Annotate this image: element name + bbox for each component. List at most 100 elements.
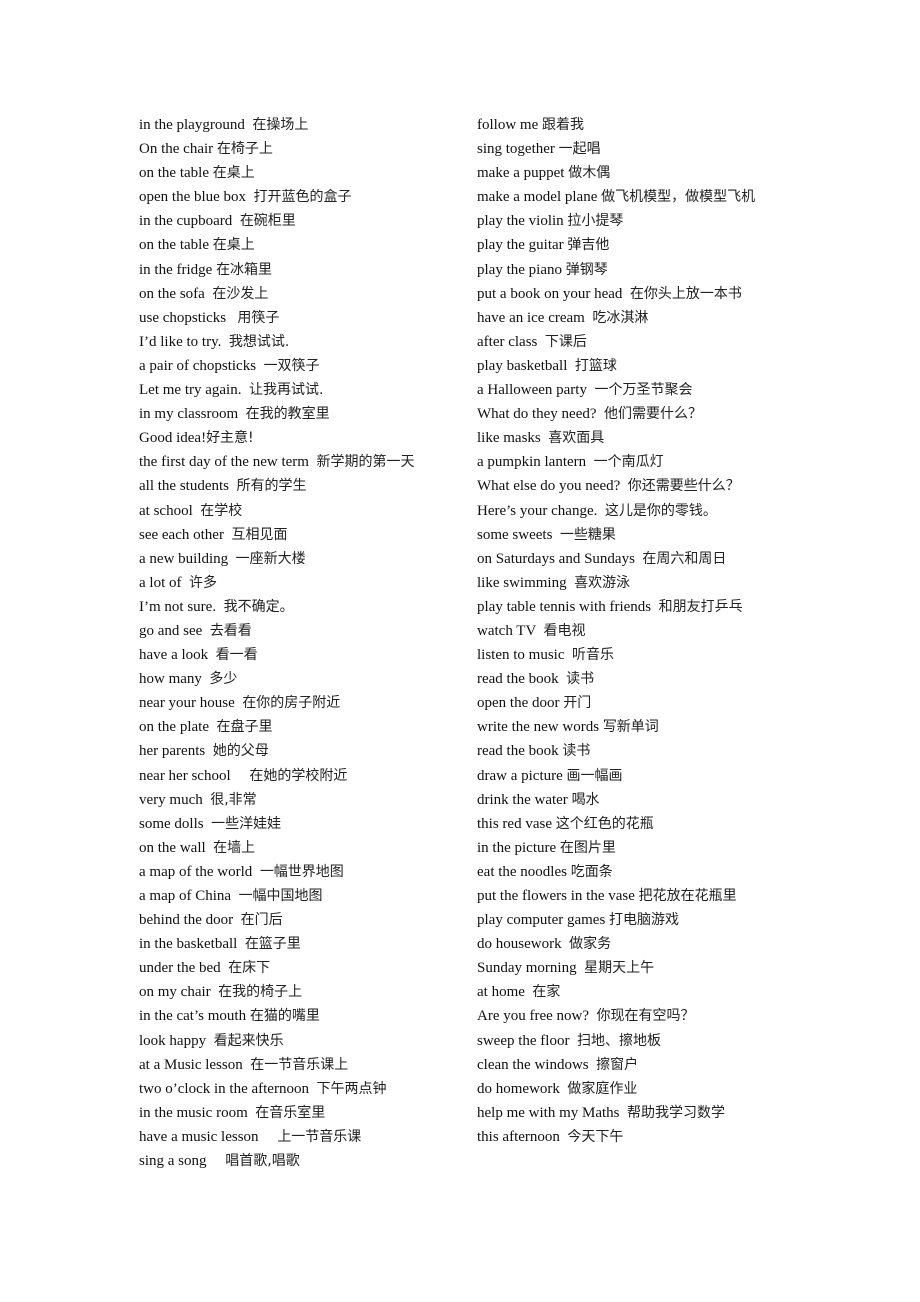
chinese-translation: 这儿是你的零钱。 (604, 502, 717, 519)
vocab-entry: read the book 读书 (477, 667, 787, 691)
english-phrase: play the guitar (477, 237, 564, 254)
chinese-translation: 打电脑游戏 (609, 912, 680, 929)
separator-space (232, 213, 240, 229)
chinese-translation: 一双筷子 (263, 357, 320, 374)
chinese-translation: 在学校 (200, 502, 243, 519)
vocab-entry: near your house 在你的房子附近 (139, 691, 459, 715)
english-phrase: in the playground (139, 117, 245, 133)
vocab-entry: the first day of the new term 新学期的第一天 (139, 450, 459, 474)
vocab-entry: on the sofa 在沙发上 (139, 282, 459, 306)
english-phrase: open the door (477, 695, 560, 712)
chinese-translation: 擦窗户 (596, 1056, 639, 1073)
chinese-translation: 一起唱 (558, 141, 601, 158)
chinese-translation: 一幅中国地图 (238, 888, 323, 904)
left-column: in the playground 在操场上 On the chair 在椅子上 o… (139, 113, 459, 1173)
separator-space (589, 1008, 597, 1024)
english-phrase: Are you free now? (477, 1008, 590, 1025)
chinese-translation: 在一节音乐课上 (250, 1056, 349, 1073)
chinese-translation: 在她的学校附近 (249, 767, 348, 784)
chinese-translation: 写新单词 (602, 719, 659, 736)
chinese-translation: 所有的学生 (236, 478, 307, 495)
english-phrase: at school (139, 502, 193, 519)
chinese-translation: 看一看 (215, 647, 258, 664)
english-phrase: listen to music (477, 647, 565, 664)
english-phrase: on Saturdays and Sundays (477, 550, 635, 567)
chinese-translation: 在墙上 (213, 839, 256, 856)
vocab-entry: her parents 她的父母 (139, 739, 459, 763)
vocab-entry: On the chair 在椅子上 (139, 137, 459, 161)
separator-space (622, 286, 630, 302)
vocab-entry: a Halloween party 一个万圣节聚会 (477, 378, 787, 402)
english-phrase: play the violin (477, 213, 564, 230)
chinese-translation: 你还需要些什么？ (627, 478, 740, 495)
vocab-entry: read the book 读书 (477, 739, 787, 763)
english-phrase: on the table (139, 237, 209, 254)
separator-space (252, 864, 260, 880)
english-phrase: read the book (477, 671, 559, 688)
separator-space (216, 599, 224, 615)
vocab-entry: make a model plane 做飞机模型，做模型飞机 (477, 185, 787, 209)
separator-space (597, 503, 605, 519)
english-phrase: do homework (477, 1080, 560, 1097)
chinese-translation: 做飞机模型，做模型飞机 (601, 189, 756, 206)
vocab-entry: do housework 做家务 (477, 932, 787, 956)
separator-space (537, 334, 545, 350)
vocab-entry: a pumpkin lantern 一个南瓜灯 (477, 450, 787, 474)
separator-space (228, 551, 236, 567)
english-phrase: a new building (139, 550, 229, 567)
chinese-translation: 在家 (532, 984, 561, 1001)
vocab-entry: play computer games 打电脑游戏 (477, 908, 787, 932)
separator-space (233, 912, 241, 928)
chinese-translation: 读书 (566, 671, 595, 688)
chinese-translation: 用筷子 (237, 309, 280, 326)
chinese-translation: 在操场上 (252, 117, 309, 133)
chinese-translation: 吃面条 (570, 863, 613, 880)
right-column: follow me 跟着我 sing together 一起唱 make a pup… (477, 113, 787, 1149)
vocab-entry: very much 很,非常 (139, 788, 459, 812)
chinese-translation: 许多 (189, 574, 217, 591)
vocab-entry: on my chair 在我的椅子上 (139, 980, 459, 1004)
english-phrase: put a book on your head (477, 285, 623, 302)
vocab-entry: Sunday morning 星期天上午 (477, 956, 787, 980)
separator-space (237, 936, 245, 952)
vocab-entry: how many 多少 (139, 667, 459, 691)
separator-space (569, 1033, 577, 1049)
english-phrase: clean the windows (477, 1056, 589, 1073)
chinese-translation: 她的父母 (212, 743, 269, 760)
english-phrase: play the piano (477, 261, 562, 278)
chinese-translation: 在门后 (240, 912, 283, 929)
separator-space (620, 1105, 628, 1121)
english-phrase: make a model plane (477, 189, 598, 206)
chinese-translation: 一座新大楼 (235, 550, 306, 567)
english-phrase: near her school (139, 767, 231, 784)
chinese-translation: 星期天上午 (584, 960, 655, 977)
chinese-translation: 在椅子上 (216, 141, 273, 158)
separator-space (567, 358, 575, 374)
english-phrase: a pumpkin lantern (477, 454, 587, 471)
chinese-translation: 在床下 (228, 960, 271, 977)
chinese-translation: 吃冰淇淋 (592, 309, 649, 326)
vocab-entry: in my classroom 在我的教室里 (139, 402, 459, 426)
vocab-entry: two o’clock in the afternoon 下午两点钟 (139, 1077, 459, 1101)
separator-space (221, 334, 229, 350)
separator-space (256, 358, 264, 374)
english-phrase: look happy (139, 1032, 207, 1049)
vocab-entry: I’d like to try. 我想试试. (139, 330, 459, 354)
chinese-translation: 新学期的第一天 (316, 454, 415, 471)
chinese-translation: 做家务 (569, 936, 612, 953)
english-phrase: in the cupboard (139, 213, 233, 230)
english-phrase: in the music room (139, 1104, 248, 1121)
separator-space (231, 888, 239, 904)
chinese-translation: 在碗柜里 (239, 213, 296, 230)
vocab-entry: in the fridge 在冰箱里 (139, 258, 459, 282)
chinese-translation: 做木偶 (568, 165, 611, 182)
vocab-entry: sing together 一起唱 (477, 137, 787, 161)
vocab-entry: under the bed 在床下 (139, 956, 459, 980)
vocab-entry: open the blue box 打开蓝色的盒子 (139, 185, 459, 209)
vocab-entry: a map of China 一幅中国地图 (139, 884, 459, 908)
chinese-translation: 下课后 (544, 333, 587, 350)
english-phrase: sweep the floor (477, 1032, 570, 1049)
english-phrase: a pair of chopsticks (139, 357, 257, 374)
english-phrase: What do they need? (477, 406, 597, 423)
english-phrase: read the book (477, 743, 559, 760)
